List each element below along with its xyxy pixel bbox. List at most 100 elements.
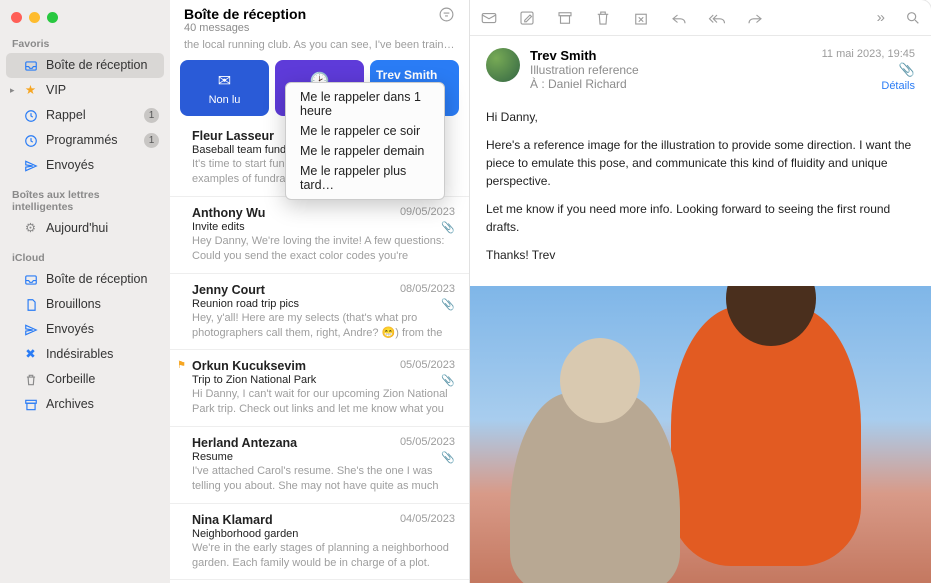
message-preview: Hi Danny, I can't wait for our upcoming … — [192, 387, 455, 417]
message-row[interactable]: 04/05/2023Nina KlamardNeighborhood garde… — [170, 504, 469, 581]
reply-all-button[interactable] — [708, 9, 726, 27]
message-row[interactable]: 08/05/2023Jenny Court📎Reunion road trip … — [170, 274, 469, 351]
search-button[interactable] — [905, 10, 921, 26]
message-subject: Trip to Zion National Park — [192, 374, 455, 386]
body-para: Thanks! Trev — [486, 246, 915, 264]
message-header: Trev Smith Illustration reference À : Da… — [470, 36, 931, 102]
sidebar-section-icloud: iCloud — [0, 249, 170, 267]
sidebar-item-envoyes[interactable]: Envoyés — [0, 153, 170, 178]
compose-button[interactable] — [518, 9, 536, 27]
menu-item-tomorrow[interactable]: Me le rappeler demain — [286, 141, 444, 161]
sidebar-label: Envoyés — [46, 156, 94, 175]
gear-icon: ⚙ — [23, 221, 38, 236]
sidebar-label: Aujourd'hui — [46, 219, 108, 238]
sidebar-section-smart: Boîtes aux lettres intelligentes — [0, 186, 170, 216]
sidebar-item-corbeille[interactable]: Corbeille — [0, 367, 170, 392]
sidebar-item-inbox[interactable]: Boîte de réception — [6, 53, 164, 78]
sidebar-label: Envoyés — [46, 320, 94, 339]
inbox-icon — [23, 272, 38, 287]
archive-icon — [23, 397, 38, 412]
swipe-label: Non lu — [209, 94, 241, 106]
junk-icon: ✖ — [23, 347, 38, 362]
reply-button[interactable] — [670, 9, 688, 27]
message-body: Hi Danny, Here's a reference image for t… — [470, 102, 931, 286]
clock-icon — [23, 133, 38, 148]
sidebar-label: Brouillons — [46, 295, 101, 314]
sidebar-item-archives[interactable]: Archives — [0, 392, 170, 417]
sidebar-section-favoris: Favoris — [0, 35, 170, 53]
avatar — [486, 48, 520, 82]
badge: 1 — [144, 133, 159, 148]
badge: 1 — [144, 108, 159, 123]
document-icon — [23, 297, 38, 312]
message-from: Trev Smith — [530, 48, 812, 63]
sidebar-label: Rappel — [46, 106, 86, 125]
sidebar-label: Corbeille — [46, 370, 95, 389]
attachment-icon: 📎 — [441, 221, 455, 234]
attachment-icon: 📎 — [441, 374, 455, 387]
sidebar-item-rappel[interactable]: Rappel 1 — [0, 103, 170, 128]
message-row[interactable]: 05/05/2023Herland Antezana📎ResumeI've at… — [170, 427, 469, 504]
list-subtitle: 40 messages — [184, 22, 306, 34]
sidebar-item-vip[interactable]: ▸ ★ VIP — [0, 78, 170, 103]
message-subject: Resume — [192, 451, 455, 463]
sidebar-label: Indésirables — [46, 345, 113, 364]
more-button[interactable]: » — [877, 9, 885, 26]
sidebar-label: Programmés — [46, 131, 118, 150]
toolbar: » — [470, 0, 931, 36]
message-row[interactable]: ⚑05/05/2023Orkun Kucuksevim📎Trip to Zion… — [170, 350, 469, 427]
attachment-image[interactable] — [470, 286, 931, 583]
menu-item-later[interactable]: Me le rappeler plus tard… — [286, 161, 444, 195]
body-para: Let me know if you need more info. Looki… — [486, 200, 915, 236]
sent-icon — [23, 322, 38, 337]
zoom-window-button[interactable] — [47, 12, 58, 23]
sidebar-item-icloud-envoyes[interactable]: Envoyés — [0, 317, 170, 342]
message-date: 04/05/2023 — [400, 513, 455, 525]
message-preview-fragment: the local running club. As you can see, … — [170, 38, 469, 56]
body-para: Hi Danny, — [486, 108, 915, 126]
flag-icon: ⚑ — [177, 360, 186, 371]
sidebar-label: VIP — [46, 81, 66, 100]
reader-pane: » Trev Smith Illustration reference À : … — [470, 0, 931, 583]
close-window-button[interactable] — [11, 12, 22, 23]
trash-icon — [23, 372, 38, 387]
swipe-actions-row: ✉ Non lu 🕑 Rappel Trev Smith Illustratio… — [170, 56, 469, 120]
attachment-icon: 📎 — [441, 451, 455, 464]
sidebar-label: Archives — [46, 395, 94, 414]
menu-item-1h[interactable]: Me le rappeler dans 1 heure — [286, 87, 444, 121]
message-date: 09/05/2023 — [400, 206, 455, 218]
remind-context-menu: Me le rappeler dans 1 heure Me le rappel… — [285, 82, 445, 200]
envelope-button[interactable] — [480, 9, 498, 27]
swipe-action-unread[interactable]: ✉ Non lu — [180, 60, 269, 116]
message-preview: Hey, y'all! Here are my selects (that's … — [192, 311, 455, 341]
message-preview: Hey Danny, We're loving the invite! A fe… — [192, 234, 455, 264]
list-title: Boîte de réception — [184, 6, 306, 22]
message-row[interactable]: 09/05/2023Anthony Wu📎Invite editsHey Dan… — [170, 197, 469, 274]
filter-button[interactable] — [438, 6, 455, 23]
to-label: À : — [530, 77, 545, 91]
message-date: 05/05/2023 — [400, 436, 455, 448]
trash-button[interactable] — [594, 9, 612, 27]
details-link[interactable]: Détails — [822, 80, 915, 92]
message-to: Daniel Richard — [548, 77, 627, 91]
sidebar-label: Boîte de réception — [46, 56, 147, 75]
message-date: 05/05/2023 — [400, 359, 455, 371]
attachment-icon: 📎 — [441, 298, 455, 311]
junk-button[interactable] — [632, 9, 650, 27]
menu-item-tonight[interactable]: Me le rappeler ce soir — [286, 121, 444, 141]
message-subject: Reunion road trip pics — [192, 298, 455, 310]
forward-button[interactable] — [746, 9, 764, 27]
sidebar-item-indesirables[interactable]: ✖ Indésirables — [0, 342, 170, 367]
minimize-window-button[interactable] — [29, 12, 40, 23]
chevron-right-icon[interactable]: ▸ — [10, 81, 15, 100]
sidebar-item-brouillons[interactable]: Brouillons — [0, 292, 170, 317]
sidebar-item-programmes[interactable]: Programmés 1 — [0, 128, 170, 153]
archive-button[interactable] — [556, 9, 574, 27]
sidebar-item-aujourdhui[interactable]: ⚙ Aujourd'hui — [0, 216, 170, 241]
attachment-icon: 📎 — [822, 62, 915, 78]
message-list-column: Boîte de réception 40 messages the local… — [170, 0, 470, 583]
inbox-icon — [23, 58, 38, 73]
message-date: 08/05/2023 — [400, 283, 455, 295]
sidebar-item-icloud-inbox[interactable]: Boîte de réception — [0, 267, 170, 292]
clock-icon — [23, 108, 38, 123]
